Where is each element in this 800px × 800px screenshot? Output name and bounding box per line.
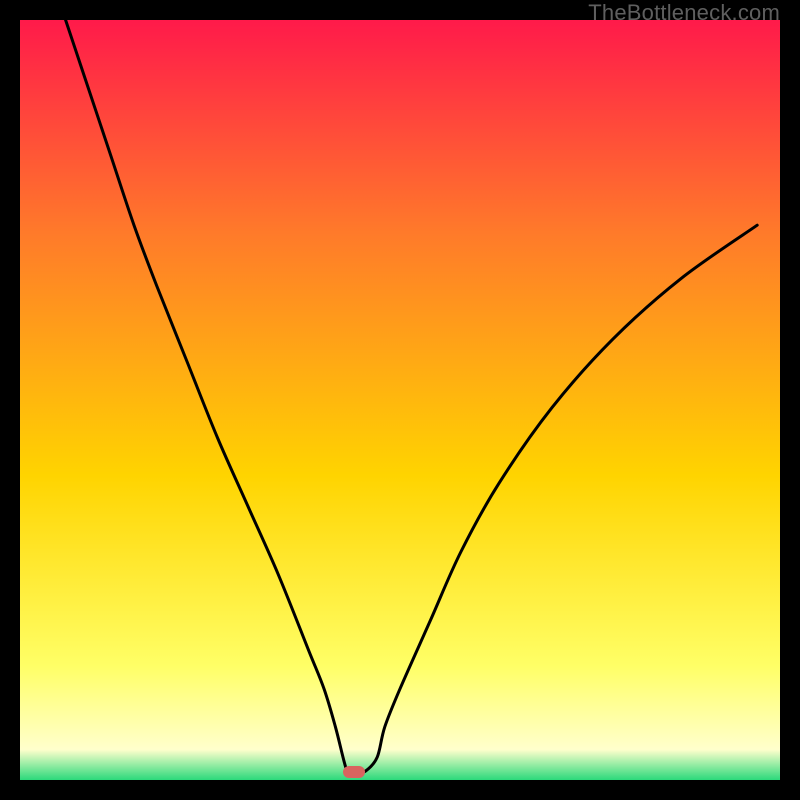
chart-frame	[20, 20, 780, 780]
watermark-text: TheBottleneck.com	[588, 0, 780, 26]
optimal-point-marker	[343, 766, 365, 778]
gradient-background	[20, 20, 780, 780]
bottleneck-chart	[20, 20, 780, 780]
